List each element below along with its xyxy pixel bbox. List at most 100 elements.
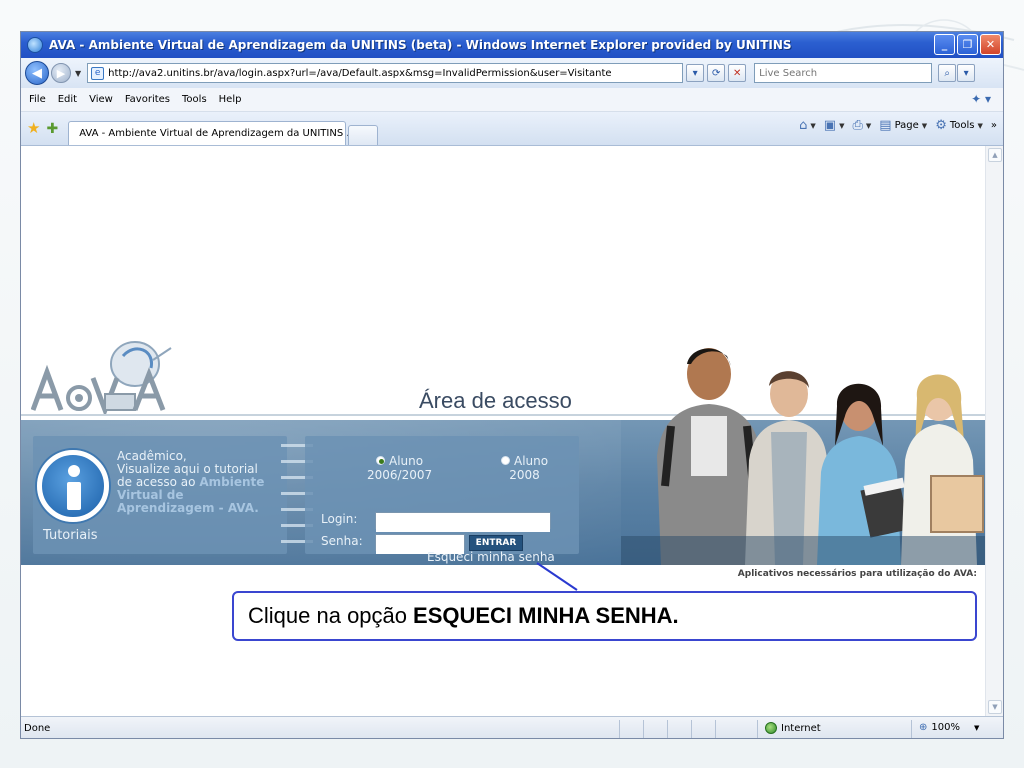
maximize-button[interactable]: ❐ bbox=[957, 34, 978, 55]
globe-icon bbox=[765, 722, 777, 734]
print-button[interactable]: ⎙ ▼ bbox=[852, 118, 871, 133]
tutorial-panel[interactable]: Acadêmico, Visualize aqui o tutorial de … bbox=[33, 436, 287, 554]
history-dropdown-icon[interactable]: ▼ bbox=[75, 69, 81, 78]
minimize-button[interactable]: _ bbox=[934, 34, 955, 55]
tab-active[interactable]: AVA - Ambiente Virtual de Aprendizagem d… bbox=[68, 121, 356, 145]
address-bar: ◀ ▶ ▼ e ▾ ⟳ ✕ ⌕ ▾ bbox=[21, 58, 1003, 88]
radio1-label-a: Aluno bbox=[389, 454, 424, 468]
add-favorite-icon[interactable]: ✚ bbox=[46, 121, 58, 137]
new-tab-button[interactable] bbox=[348, 125, 379, 145]
page-menu-icon: ▤ bbox=[879, 118, 892, 133]
tab-label: AVA - Ambiente Virtual de Aprendizagem d… bbox=[79, 128, 356, 139]
page-menu[interactable]: ▤ Page ▼ bbox=[879, 118, 927, 133]
feeds-dropdown-icon: ▼ bbox=[839, 121, 845, 130]
feeds-icon: ▣ bbox=[823, 118, 837, 133]
forgot-password-link[interactable]: Esqueci minha senha bbox=[427, 550, 555, 564]
security-zone[interactable]: Internet bbox=[765, 722, 821, 734]
info-icon-dot bbox=[68, 465, 80, 477]
zone-label: Internet bbox=[781, 722, 821, 734]
tools-menu[interactable]: ⚙ Tools ▼ bbox=[935, 118, 983, 133]
callout-bold: ESQUECI MINHA SENHA. bbox=[413, 603, 679, 628]
menu-bar: File Edit View Favorites Tools Help ✦ ▾ bbox=[21, 88, 1003, 112]
status-separator bbox=[643, 720, 644, 738]
menu-file[interactable]: File bbox=[23, 94, 52, 105]
close-button[interactable]: ✕ bbox=[980, 34, 1001, 55]
radio-aluno-2008[interactable]: Aluno 2008 bbox=[501, 454, 548, 482]
forward-button[interactable]: ▶ bbox=[51, 63, 71, 83]
radio-dot-selected[interactable] bbox=[376, 456, 385, 465]
status-separator bbox=[619, 720, 620, 738]
back-button[interactable]: ◀ bbox=[25, 61, 49, 85]
login-field[interactable] bbox=[375, 512, 551, 532]
ie-icon bbox=[27, 37, 43, 53]
url-dropdown-icon[interactable]: ▾ bbox=[686, 64, 705, 82]
scroll-down-icon[interactable]: ▼ bbox=[988, 700, 1002, 714]
status-bar: Done Internet ⊕ 100% ▼ bbox=[21, 716, 1003, 738]
home-dropdown-icon: ▼ bbox=[810, 121, 816, 130]
status-separator bbox=[757, 720, 758, 738]
tools-dropdown-icon: ▼ bbox=[977, 121, 983, 130]
favorites-star-icon[interactable]: ★ bbox=[27, 119, 40, 137]
toolbar-addon-icon[interactable]: ✦ ▾ bbox=[971, 92, 991, 106]
vertical-scrollbar[interactable]: ▲ ▼ bbox=[985, 146, 1003, 716]
radio2-label-a: Aluno bbox=[514, 454, 549, 468]
radio1-label-b: 2006/2007 bbox=[367, 468, 433, 482]
info-icon[interactable] bbox=[37, 450, 109, 522]
search-input[interactable] bbox=[759, 67, 930, 79]
menu-view[interactable]: View bbox=[83, 94, 119, 105]
feeds-button[interactable]: ▣ ▼ bbox=[824, 118, 845, 133]
zoom-control[interactable]: ⊕ 100% ▼ bbox=[919, 722, 979, 733]
print-dropdown-icon: ▼ bbox=[865, 121, 872, 130]
radio2-label-b: 2008 bbox=[509, 468, 540, 482]
radio-aluno-2006[interactable]: Aluno 2006/2007 bbox=[367, 454, 432, 482]
tools-menu-label: Tools bbox=[949, 120, 975, 131]
radio-dot[interactable] bbox=[501, 456, 510, 465]
senha-field[interactable] bbox=[375, 534, 465, 554]
status-separator bbox=[667, 720, 668, 738]
chevron-more-icon[interactable]: » bbox=[991, 120, 997, 131]
command-bar: ⌂ ▼ ▣ ▼ ⎙ ▼ ▤ Page ▼ ⚙ Tools ▼ » bbox=[799, 118, 997, 133]
login-banner: Acadêmico, Visualize aqui o tutorial de … bbox=[21, 348, 987, 565]
tutorial-line-3: de acesso ao bbox=[117, 475, 200, 489]
zoom-level: 100% bbox=[931, 722, 960, 733]
status-text: Done bbox=[24, 723, 51, 734]
page-icon: e bbox=[91, 66, 105, 80]
tabs-bar: ★ ✚ AVA - Ambiente Virtual de Aprendizag… bbox=[21, 112, 1003, 146]
tutorial-text[interactable]: Acadêmico, Visualize aqui o tutorial de … bbox=[117, 450, 285, 515]
page-menu-label: Page bbox=[894, 120, 919, 131]
status-separator bbox=[715, 720, 716, 738]
entrar-button[interactable]: ENTRAR bbox=[469, 535, 523, 551]
instruction-callout: Clique na opção ESQUECI MINHA SENHA. bbox=[232, 591, 977, 641]
home-icon: ⌂ bbox=[799, 118, 808, 133]
search-field[interactable] bbox=[754, 63, 933, 83]
page-dropdown-icon: ▼ bbox=[921, 121, 928, 130]
refresh-icon[interactable]: ⟳ bbox=[707, 64, 726, 82]
zoom-icon: ⊕ bbox=[919, 722, 928, 733]
ava-logo bbox=[31, 341, 172, 416]
stop-icon[interactable]: ✕ bbox=[728, 64, 747, 82]
login-input[interactable] bbox=[376, 517, 550, 532]
url-field[interactable]: e bbox=[87, 63, 684, 83]
print-icon: ⎙ bbox=[852, 118, 863, 133]
url-input[interactable] bbox=[108, 67, 669, 79]
search-options-icon[interactable]: ▾ bbox=[957, 64, 976, 82]
search-icon[interactable]: ⌕ bbox=[938, 64, 957, 82]
login-label: Login: bbox=[321, 512, 358, 526]
tutorial-label[interactable]: Tutoriais bbox=[43, 528, 98, 543]
senha-label: Senha: bbox=[321, 534, 363, 548]
area-title: Área de acesso bbox=[419, 388, 572, 413]
menu-tools[interactable]: Tools bbox=[176, 94, 213, 105]
home-button[interactable]: ⌂ ▼ bbox=[799, 118, 816, 133]
info-icon-bar bbox=[67, 482, 81, 510]
apps-note: Aplicativos necessários para utilização … bbox=[737, 569, 977, 579]
menu-favorites[interactable]: Favorites bbox=[119, 94, 176, 105]
scroll-up-icon[interactable]: ▲ bbox=[988, 148, 1002, 162]
login-panel: Aluno 2006/2007 Aluno 2008 Login: Senha:… bbox=[305, 436, 579, 554]
students-photo bbox=[621, 348, 987, 565]
menu-edit[interactable]: Edit bbox=[52, 94, 83, 105]
zoom-dropdown-icon: ▼ bbox=[973, 723, 980, 732]
window-title: AVA - Ambiente Virtual de Aprendizagem d… bbox=[49, 38, 792, 52]
menu-help[interactable]: Help bbox=[213, 94, 248, 105]
title-bar: AVA - Ambiente Virtual de Aprendizagem d… bbox=[21, 32, 1003, 58]
window-controls: _ ❐ ✕ bbox=[934, 34, 1001, 55]
